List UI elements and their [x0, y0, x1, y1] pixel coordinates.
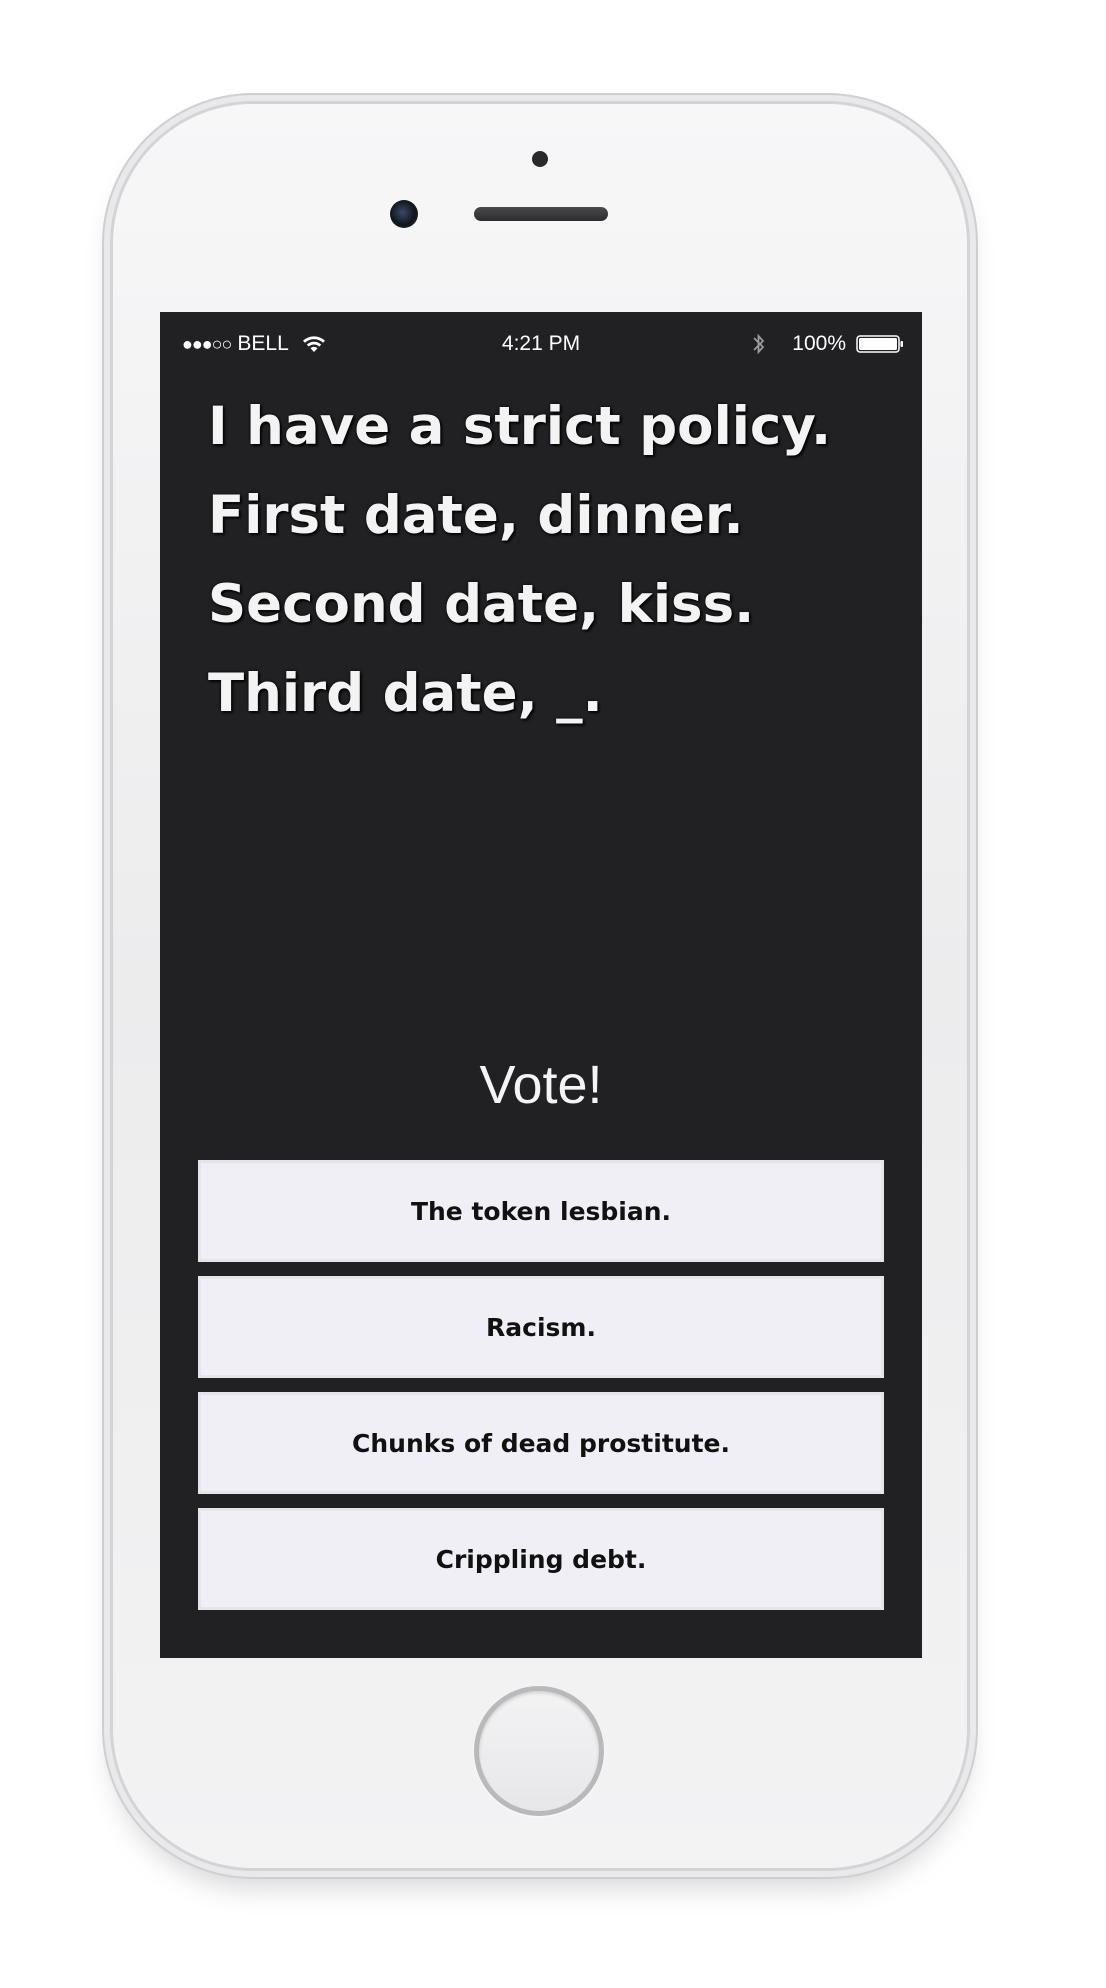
battery-percent: 100%	[792, 332, 846, 355]
answer-list: The token lesbian. Racism. Chunks of dea…	[198, 1160, 884, 1624]
proximity-sensor	[532, 151, 548, 167]
bluetooth-icon	[753, 333, 765, 355]
answer-button[interactable]: The token lesbian.	[198, 1160, 884, 1262]
battery-icon	[856, 335, 903, 353]
mockup-stage: ●●●○○ BELL 4:21 PM 100% I have a strict …	[0, 0, 1106, 1988]
prompt-card-text: I have a strict policy. First date, dinn…	[208, 396, 832, 724]
answer-button[interactable]: Chunks of dead prostitute.	[198, 1392, 884, 1494]
power-button	[966, 478, 974, 606]
earpiece-speaker	[474, 207, 608, 221]
answer-button[interactable]: Crippling debt.	[198, 1508, 884, 1610]
status-bar: ●●●○○ BELL 4:21 PM 100%	[160, 312, 922, 374]
phone-screen: ●●●○○ BELL 4:21 PM 100% I have a strict …	[160, 312, 922, 1658]
answer-button[interactable]: Racism.	[198, 1276, 884, 1378]
home-button[interactable]	[474, 1686, 604, 1816]
vote-heading: Vote!	[479, 1055, 603, 1115]
front-camera	[390, 200, 418, 228]
status-right: 100%	[752, 332, 904, 356]
